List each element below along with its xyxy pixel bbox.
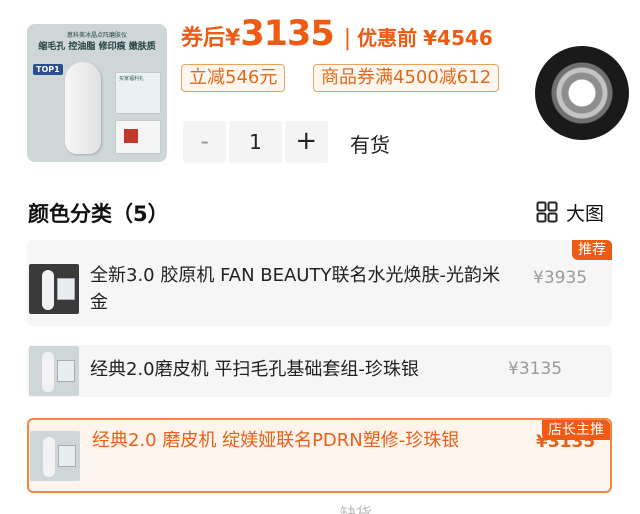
original-price-prefix: 优惠前 xyxy=(357,26,418,50)
price-prefix: 券后 xyxy=(181,26,226,51)
section-title: 颜色分类（5） xyxy=(28,202,169,226)
thumbnail-rank-badge: TOP1 xyxy=(33,64,63,75)
variant-name: 全新3.0 胶原机 FAN BEAUTY联名水光焕肤-光韵米金 xyxy=(90,265,500,313)
large-view-toggle[interactable]: 大图 xyxy=(536,200,605,225)
variant-price: ¥3935 xyxy=(533,268,588,288)
variant-thumbnail xyxy=(29,346,79,396)
gift-box-image: 买家福利礼 xyxy=(115,72,161,114)
next-variant-peek: 缺货 xyxy=(340,504,373,514)
discount-tag: 立减546元 xyxy=(181,64,286,92)
grid-icon xyxy=(536,201,558,223)
original-price: ¥4546 xyxy=(423,26,493,50)
thumbnail-features: 缩毛孔 控油脂 修印痕 嫩肤质 xyxy=(38,42,156,52)
final-price: 3135 xyxy=(240,14,334,54)
variant-name: 经典2.0 磨皮机 绽媄娅联名PDRN塑修-珍珠银 xyxy=(92,430,460,451)
variant-name: 经典2.0磨皮机 平扫毛孔基础套组-珍珠银 xyxy=(90,359,419,380)
recommend-badge: 推荐 xyxy=(572,240,612,260)
tire-overlay-image xyxy=(535,46,629,140)
increase-quantity-button[interactable]: + xyxy=(284,121,328,163)
accessory-image xyxy=(115,120,161,154)
coupon-tag[interactable]: 商品券满4500减612 xyxy=(313,64,500,92)
variant-price: ¥3135 xyxy=(508,359,563,379)
price-separator: | xyxy=(343,26,352,51)
stock-status: 有货 xyxy=(350,133,390,157)
quantity-value[interactable]: 1 xyxy=(229,121,282,163)
variant-option-selected[interactable]: 经典2.0 磨皮机 绽媄娅联名PDRN塑修-珍珠银 ¥3135 店长主推 xyxy=(27,418,612,493)
decrease-quantity-button[interactable]: - xyxy=(183,121,227,163)
variant-option[interactable]: 经典2.0磨皮机 平扫毛孔基础套组-珍珠银 ¥3135 xyxy=(27,345,612,397)
variant-option[interactable]: 全新3.0 胶原机 FAN BEAUTY联名水光焕肤-光韵米金 ¥3935 推荐 xyxy=(27,240,612,326)
currency-symbol: ¥ xyxy=(225,26,241,51)
device-image xyxy=(65,62,101,154)
product-thumbnail[interactable]: 蒽科美冰晶点阵磨肤仪 缩毛孔 控油脂 修印痕 嫩肤质 TOP1 买家福利礼 xyxy=(27,24,167,162)
variant-thumbnail xyxy=(30,431,80,481)
large-view-label: 大图 xyxy=(566,202,605,225)
quantity-stepper: - 1 + xyxy=(183,121,328,163)
store-recommend-badge: 店长主推 xyxy=(542,420,610,440)
thumbnail-tagline: 蒽科美冰晶点阵磨肤仪 xyxy=(66,32,127,39)
price-row: 券后 ¥ 3135 | 优惠前 ¥4546 xyxy=(181,14,493,58)
gift-box-label: 买家福利礼 xyxy=(119,76,145,82)
variant-thumbnail xyxy=(29,264,79,314)
